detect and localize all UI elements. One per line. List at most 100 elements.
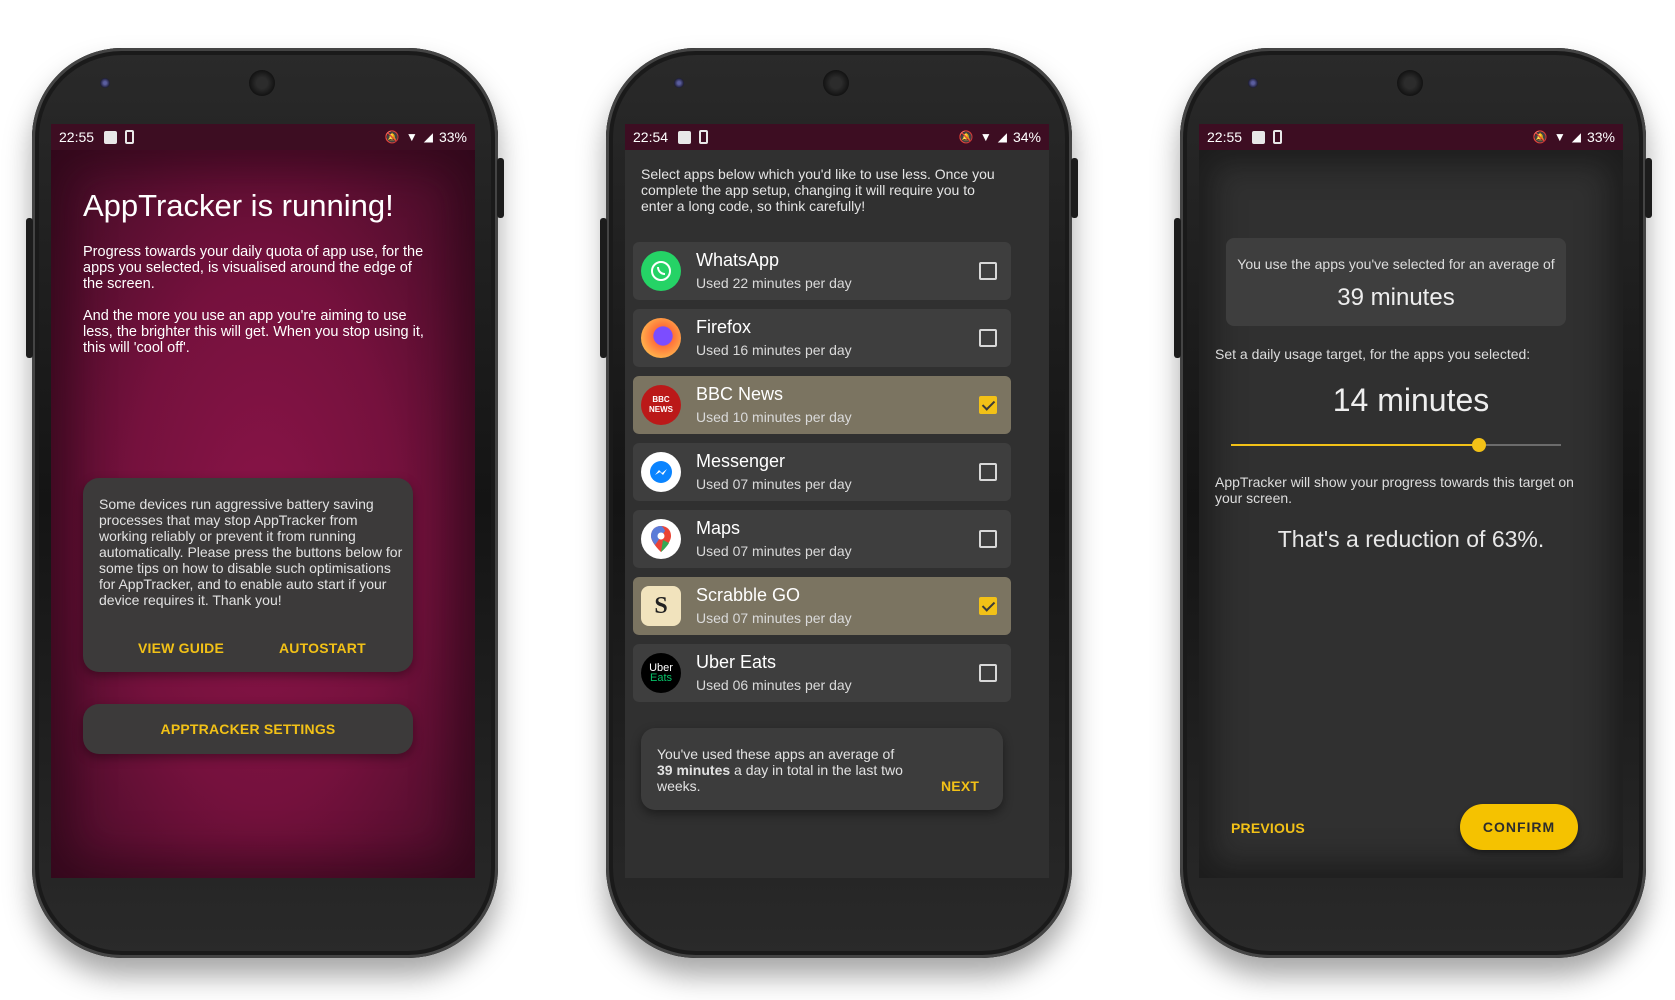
next-button[interactable]: NEXT [941, 778, 979, 794]
bbc-news-logo-text: BBC NEWS [649, 395, 673, 414]
phone-frame: 22:54 🔕 ▼ ◢ 34% Select apps below which … [600, 48, 1078, 958]
front-camera [100, 78, 110, 88]
power-button [1071, 158, 1078, 218]
scrabble-icon: S [641, 586, 681, 626]
scrabble-tile-letter: S [654, 593, 668, 619]
confirm-button[interactable]: CONFIRM [1460, 804, 1578, 850]
app-row-maps[interactable]: Maps Used 07 minutes per day [633, 510, 1011, 568]
page-title: AppTracker is running! [83, 188, 394, 223]
slider-fill [1231, 444, 1479, 446]
battery-level: 33% [438, 129, 467, 145]
wifi-icon: ▼ [405, 130, 418, 144]
volume-button [26, 218, 33, 358]
mute-icon: 🔕 [958, 130, 974, 144]
app-checkbox[interactable] [979, 597, 997, 615]
screen-running: 22:55 🔕 ▼ ◢ 33% AppTracker is running! P… [51, 124, 475, 878]
earpiece-speaker [823, 70, 849, 96]
battery-level: 33% [1586, 129, 1615, 145]
wifi-icon: ▼ [1553, 130, 1566, 144]
app-usage: Used 22 minutes per day [696, 275, 852, 291]
app-checkbox[interactable] [979, 329, 997, 347]
screen-target: 22:55 🔕 ▼ ◢ 33% You use the apps you've … [1199, 124, 1623, 878]
autostart-button[interactable]: AUTOSTART [279, 640, 366, 656]
status-time: 22:55 [1207, 129, 1243, 145]
app-usage: Used 06 minutes per day [696, 677, 852, 693]
signal-icon: ◢ [997, 130, 1007, 144]
brightness-text: And the more you use an app you're aimin… [83, 308, 424, 356]
app-row-scrabble-go[interactable]: S Scrabble GO Used 07 minutes per day [633, 577, 1011, 635]
view-guide-button[interactable]: VIEW GUIDE [138, 640, 224, 656]
app-usage: Used 07 minutes per day [696, 543, 852, 559]
status-time: 22:55 [59, 129, 95, 145]
summary-average: 39 minutes [657, 762, 731, 778]
app-name: BBC News [696, 384, 784, 404]
app-checkbox[interactable] [979, 463, 997, 481]
average-usage-card: You use the apps you've selected for an … [1226, 238, 1566, 326]
target-value: 14 minutes [1332, 382, 1490, 418]
battery-level: 34% [1012, 129, 1041, 145]
wifi-icon: ▼ [979, 130, 992, 144]
phone-frame: 22:55 🔕 ▼ ◢ 33% AppTracker is running! P… [26, 48, 504, 958]
app-checkbox[interactable] [979, 530, 997, 548]
phone-icon [699, 130, 709, 144]
battery-notice-text: Some devices run aggressive battery savi… [99, 496, 403, 608]
status-time: 22:54 [633, 129, 669, 145]
messenger-icon [641, 452, 681, 492]
average-label: You use the apps you've selected for an … [1237, 256, 1555, 272]
app-name: Maps [696, 518, 741, 538]
front-camera [1248, 78, 1258, 88]
earpiece-speaker [1397, 70, 1423, 96]
battery-notice-card: Some devices run aggressive battery savi… [83, 478, 413, 672]
progress-note: AppTracker will show your progress towar… [1215, 474, 1574, 506]
notification-icon [104, 130, 118, 144]
app-usage: Used 07 minutes per day [696, 476, 852, 492]
app-name: Scrabble GO [696, 585, 801, 605]
phone-frame: 22:55 🔕 ▼ ◢ 33% You use the apps you've … [1174, 48, 1652, 958]
app-checkbox[interactable] [979, 262, 997, 280]
app-row-bbc-news[interactable]: BBC NEWS BBC News Used 10 minutes per da… [633, 376, 1011, 434]
target-prompt: Set a daily usage target, for the apps y… [1215, 346, 1531, 362]
front-camera [674, 78, 684, 88]
bbc-news-icon: BBC NEWS [641, 385, 681, 425]
app-row-messenger[interactable]: Messenger Used 07 minutes per day [633, 443, 1011, 501]
earpiece-speaker [249, 70, 275, 96]
average-value: 39 minutes [1337, 284, 1455, 311]
phone-icon [1273, 130, 1283, 144]
reduction-text: That's a reduction of 63%. [1277, 526, 1545, 552]
usage-summary-card: You've used these apps an average of 39 … [641, 728, 1003, 810]
target-slider[interactable] [1231, 438, 1561, 452]
app-name: WhatsApp [696, 250, 780, 270]
app-usage: Used 07 minutes per day [696, 610, 852, 626]
phone-icon [125, 130, 135, 144]
whatsapp-icon [641, 251, 681, 291]
maps-icon [641, 519, 681, 559]
app-usage: Used 10 minutes per day [696, 409, 852, 425]
slider-thumb[interactable] [1471, 438, 1486, 452]
notification-icon [1252, 130, 1266, 144]
power-button [1645, 158, 1652, 218]
app-row-uber-eats[interactable]: Uber Eats Uber Eats Used 06 minutes per … [633, 644, 1011, 702]
eats-logo-text: Eats [649, 672, 672, 684]
notification-icon [678, 130, 692, 144]
summary-prefix: You've used these apps an average of [657, 746, 895, 762]
app-checkbox[interactable] [979, 664, 997, 682]
running-content: AppTracker is running! Progress towards … [51, 150, 475, 878]
app-name: Uber Eats [696, 652, 777, 672]
selection-instructions: Select apps below which you'd like to us… [641, 166, 995, 214]
signal-icon: ◢ [423, 130, 433, 144]
firefox-icon [641, 318, 681, 358]
volume-button [600, 218, 607, 358]
app-name: Messenger [696, 451, 786, 471]
status-bar: 22:55 🔕 ▼ ◢ 33% [51, 124, 475, 150]
power-button [497, 158, 504, 218]
status-bar: 22:55 🔕 ▼ ◢ 33% [1199, 124, 1623, 150]
app-usage: Used 16 minutes per day [696, 342, 852, 358]
app-checkbox[interactable] [979, 396, 997, 414]
app-row-firefox[interactable]: Firefox Used 16 minutes per day [633, 309, 1011, 367]
previous-button[interactable]: PREVIOUS [1231, 820, 1305, 836]
app-name: Firefox [696, 317, 752, 337]
intro-text: Progress towards your daily quota of app… [83, 244, 424, 292]
signal-icon: ◢ [1571, 130, 1581, 144]
apptracker-settings-button[interactable]: APPTRACKER SETTINGS [83, 704, 413, 754]
app-row-whatsapp[interactable]: WhatsApp Used 22 minutes per day [633, 242, 1011, 300]
